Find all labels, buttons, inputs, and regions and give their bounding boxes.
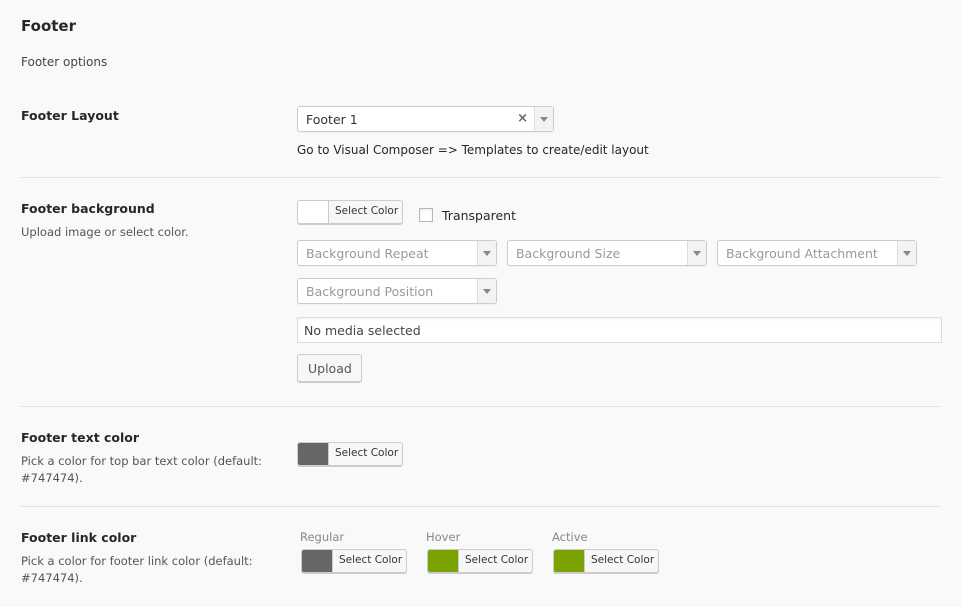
link-regular-color-button[interactable]: Select Color xyxy=(301,549,407,573)
footer-background-color-button[interactable]: Select Color xyxy=(297,200,403,224)
footer-background-label: Footer background xyxy=(21,201,155,216)
footer-link-color-description: Pick a color for footer link color (defa… xyxy=(21,554,253,585)
color-swatch xyxy=(298,443,329,465)
divider xyxy=(21,406,941,407)
regular-state-label: Regular xyxy=(300,530,345,544)
chevron-down-icon[interactable] xyxy=(897,241,916,265)
transparent-label[interactable]: Transparent xyxy=(442,208,516,223)
background-size-select[interactable]: Background Size xyxy=(507,240,707,266)
upload-button[interactable]: Upload xyxy=(297,354,362,382)
background-repeat-placeholder: Background Repeat xyxy=(306,246,429,261)
section-description: Footer options xyxy=(21,55,108,69)
select-color-label: Select Color xyxy=(591,554,655,566)
media-url-input[interactable]: No media selected xyxy=(297,317,942,343)
footer-layout-label: Footer Layout xyxy=(21,108,119,123)
color-swatch xyxy=(554,550,585,572)
select-color-label: Select Color xyxy=(339,554,403,566)
background-repeat-select[interactable]: Background Repeat xyxy=(297,240,497,266)
background-attachment-select[interactable]: Background Attachment xyxy=(717,240,917,266)
footer-link-color-label: Footer link color xyxy=(21,530,137,545)
background-attachment-placeholder: Background Attachment xyxy=(726,246,878,261)
footer-text-color-button[interactable]: Select Color xyxy=(297,442,403,466)
color-swatch xyxy=(298,201,329,223)
media-url-value: No media selected xyxy=(304,323,421,338)
background-position-select[interactable]: Background Position xyxy=(297,278,497,304)
section-title: Footer xyxy=(21,17,76,35)
active-state-label: Active xyxy=(552,530,588,544)
divider xyxy=(21,177,941,178)
link-hover-color-button[interactable]: Select Color xyxy=(427,549,533,573)
color-swatch xyxy=(302,550,333,572)
divider xyxy=(21,506,941,507)
footer-layout-help: Go to Visual Composer => Templates to cr… xyxy=(297,143,649,157)
transparent-checkbox[interactable] xyxy=(419,208,433,222)
background-size-placeholder: Background Size xyxy=(516,246,621,261)
clear-icon[interactable]: × xyxy=(517,111,528,126)
footer-layout-select[interactable]: Footer 1 × xyxy=(297,106,554,132)
footer-background-description: Upload image or select color. xyxy=(21,225,189,239)
background-position-placeholder: Background Position xyxy=(306,284,434,299)
select-color-label: Select Color xyxy=(335,205,399,217)
chevron-down-icon[interactable] xyxy=(477,241,496,265)
chevron-down-icon[interactable] xyxy=(534,107,553,131)
color-swatch xyxy=(428,550,459,572)
footer-layout-value: Footer 1 xyxy=(306,112,358,127)
chevron-down-icon[interactable] xyxy=(477,279,496,303)
link-active-color-button[interactable]: Select Color xyxy=(553,549,659,573)
hover-state-label: Hover xyxy=(426,530,461,544)
upload-button-label: Upload xyxy=(308,361,352,376)
select-color-label: Select Color xyxy=(335,447,399,459)
select-color-label: Select Color xyxy=(465,554,529,566)
footer-text-color-description: Pick a color for top bar text color (def… xyxy=(21,454,263,485)
footer-text-color-label: Footer text color xyxy=(21,430,140,445)
chevron-down-icon[interactable] xyxy=(687,241,706,265)
